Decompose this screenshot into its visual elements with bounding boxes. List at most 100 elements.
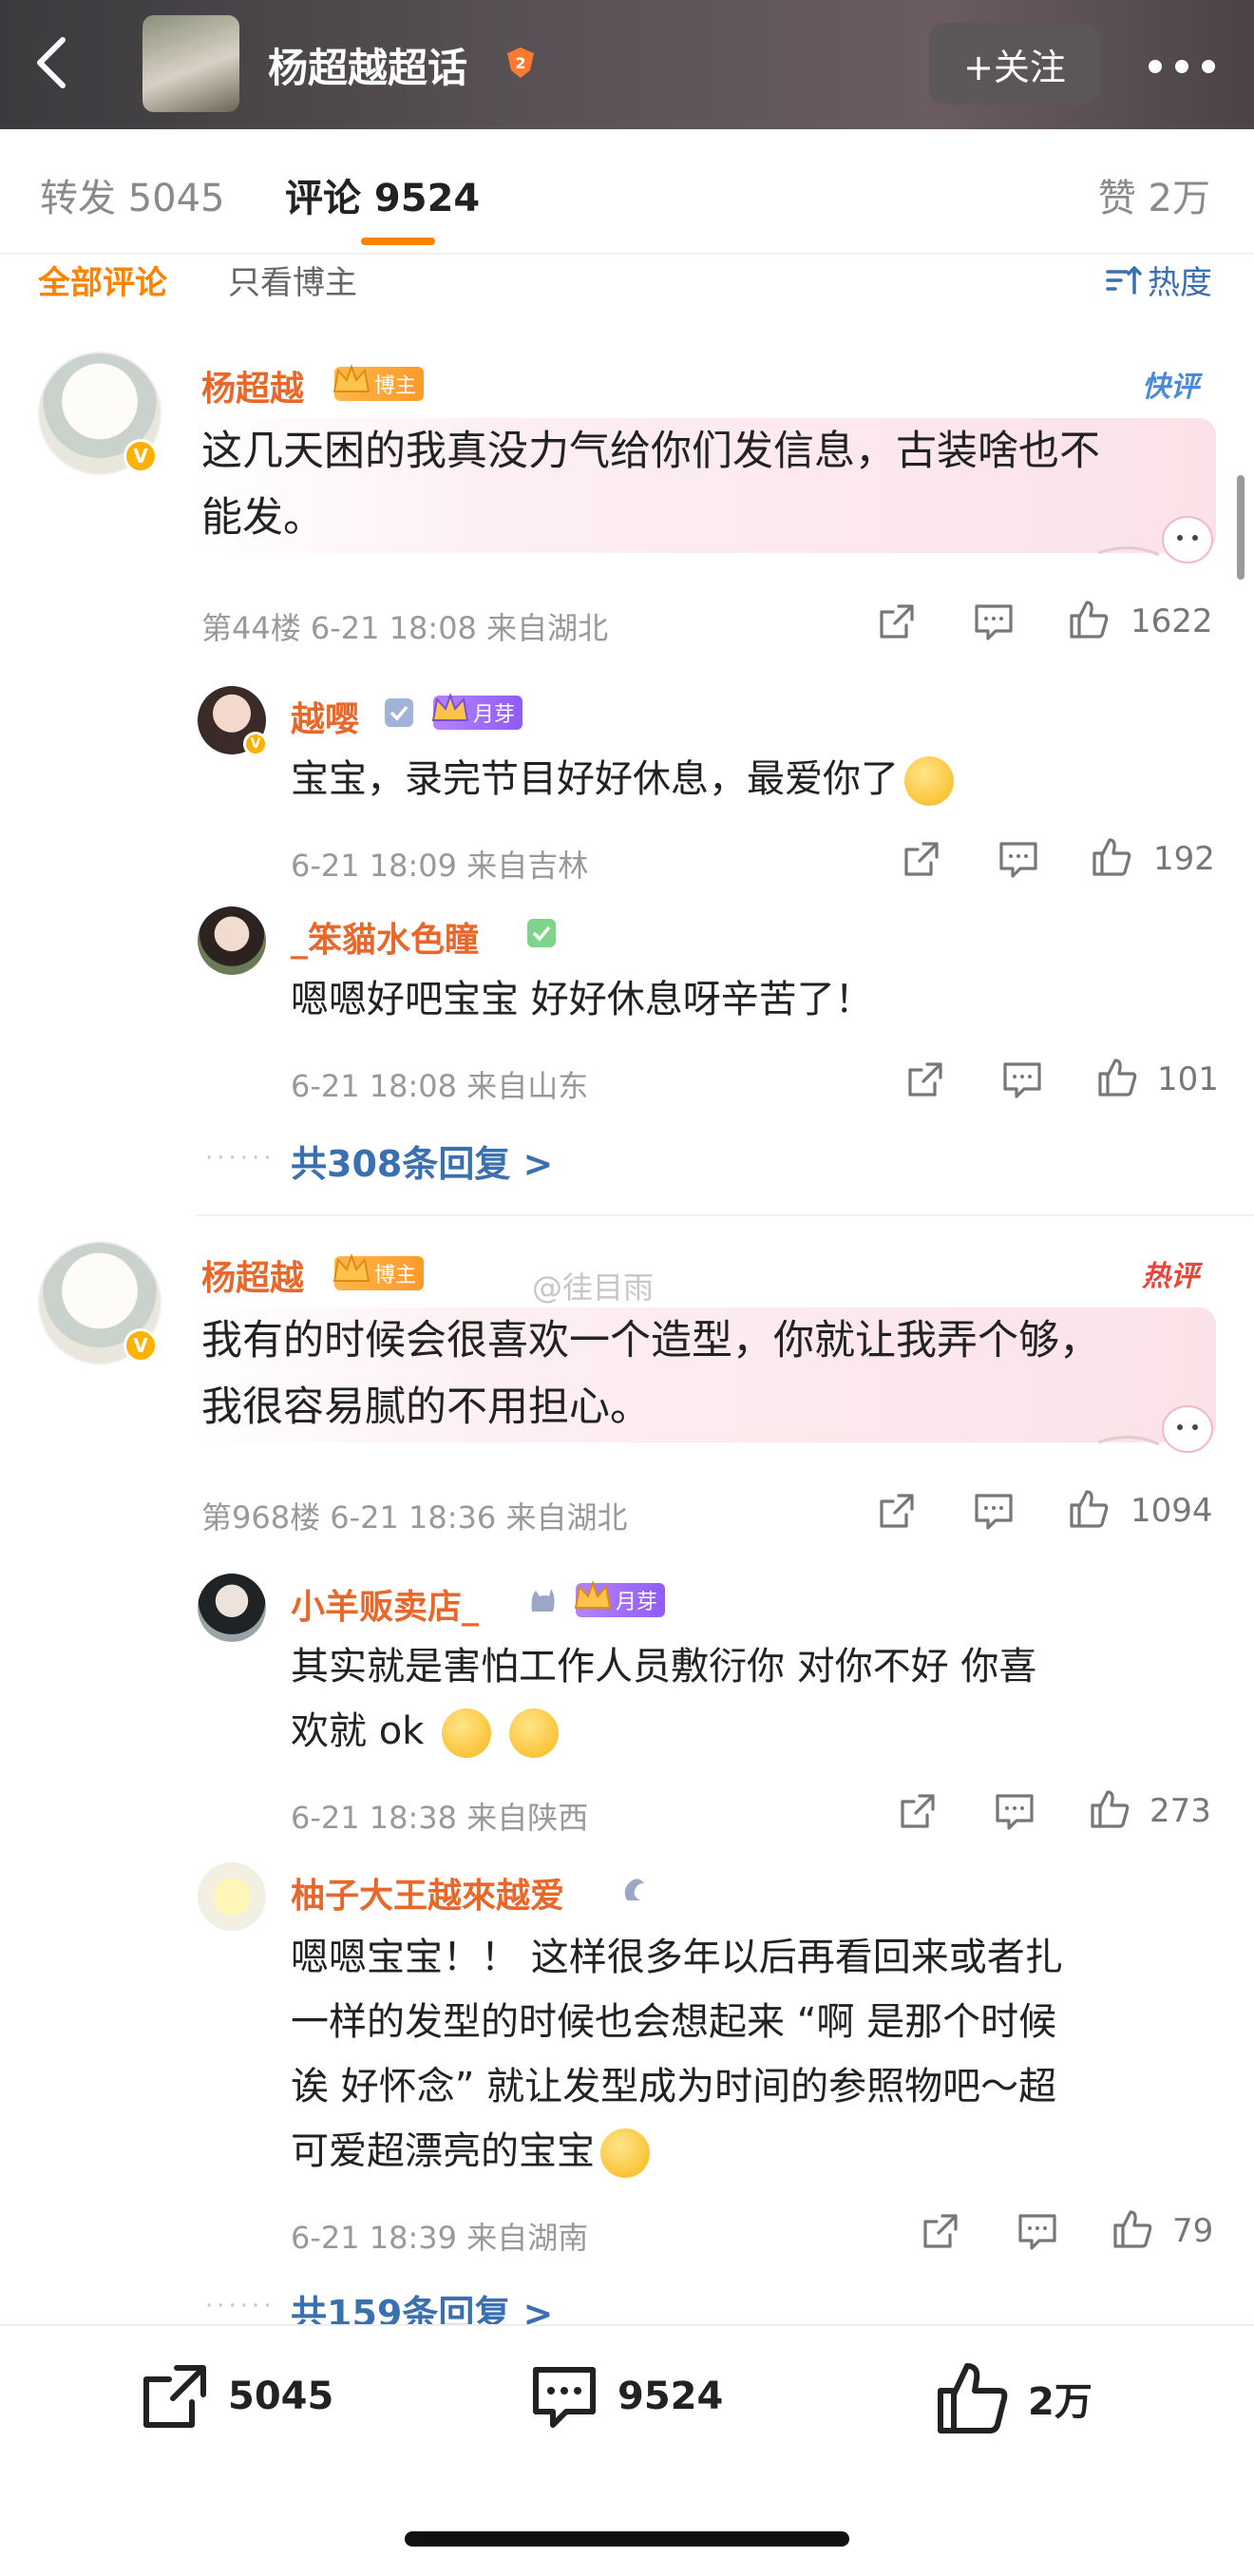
- comment-divider: [196, 1214, 1254, 1216]
- sort-icon: [1106, 265, 1142, 295]
- owner-badge: 博主: [332, 1253, 425, 1290]
- crying-emoji-icon: [600, 2128, 650, 2178]
- reply-text: 一样的发型的时候也会想起来 “啊 是那个时候: [291, 2000, 1057, 2044]
- reply-text: 诶 好怀念” 就让发型成为时间的参照物吧～超: [291, 2065, 1057, 2109]
- share-icon[interactable]: [876, 1490, 918, 1532]
- repost-button[interactable]: 5045: [139, 2360, 333, 2433]
- fan-badge: 月芽: [574, 1580, 666, 1617]
- home-indicator[interactable]: [405, 2531, 849, 2547]
- username[interactable]: 小羊贩卖店_: [291, 1579, 479, 1629]
- heart-eyes-emoji-icon: [904, 756, 954, 806]
- reply-meta: 6-21 18:09 来自吉林: [291, 848, 589, 884]
- reply-text: 其实就是害怕工作人员敷衍你 对你不好 你喜: [291, 1645, 1037, 1689]
- crown-icon: [574, 1580, 612, 1609]
- owner-badge: 博主: [332, 364, 425, 401]
- crown-icon: [332, 364, 370, 392]
- comment-icon[interactable]: [994, 1790, 1036, 1832]
- verified-v-icon: V: [243, 732, 268, 756]
- like-icon[interactable]: [1068, 1488, 1110, 1530]
- avatar[interactable]: [198, 1862, 266, 1931]
- tab-likes[interactable]: 赞 2万: [1098, 167, 1210, 222]
- comment-meta: 第44楼 6-21 18:08 来自湖北: [201, 610, 609, 646]
- super-topic-badge-icon: 2: [507, 48, 534, 78]
- username[interactable]: 杨超越: [201, 361, 304, 410]
- filter-all-comments[interactable]: 全部评论: [38, 257, 167, 303]
- comment-text: 这几天困的我真没力气给你们发信息，古装啥也不: [201, 428, 1100, 475]
- member-check-icon: [385, 698, 413, 727]
- comment-icon[interactable]: [998, 838, 1039, 880]
- username[interactable]: 杨超越: [201, 1250, 304, 1300]
- like-icon[interactable]: [1112, 2208, 1153, 2250]
- follow-button[interactable]: +关注: [929, 23, 1100, 105]
- verified-v-icon: V: [124, 439, 158, 473]
- topic-title: 杨超越超话: [268, 45, 468, 91]
- more-options-icon[interactable]: [1144, 38, 1220, 95]
- like-icon[interactable]: [1091, 836, 1132, 878]
- topic-avatar[interactable]: [142, 15, 239, 112]
- like-count: 192: [1153, 840, 1215, 878]
- like-count: 101: [1157, 1060, 1219, 1098]
- sort-label: 热度: [1148, 264, 1212, 302]
- comment-icon[interactable]: [1001, 1059, 1043, 1100]
- like-icon: [938, 2363, 1008, 2433]
- comment-icon[interactable]: [973, 601, 1015, 642]
- share-icon[interactable]: [920, 2210, 961, 2252]
- avatar[interactable]: [198, 906, 266, 975]
- like-count: 79: [1172, 2212, 1214, 2250]
- quick-comment-tag: 快评: [1142, 371, 1199, 404]
- reply-text: 宝宝，录完节目好好休息，最爱你了: [291, 747, 954, 811]
- comment-text: 能发。: [201, 494, 324, 542]
- sort-by-hot[interactable]: 热度: [1104, 257, 1212, 303]
- filter-owner-only[interactable]: 只看博主: [228, 257, 357, 303]
- svg-text:2: 2: [515, 54, 525, 72]
- like-count: 1622: [1130, 602, 1213, 640]
- crown-icon: [332, 1253, 370, 1282]
- share-icon[interactable]: [897, 1790, 939, 1832]
- reply-meta: 6-21 18:39 来自湖南: [291, 2220, 589, 2256]
- praying-emoji-icon: [508, 1708, 559, 1758]
- share-icon[interactable]: [901, 838, 942, 880]
- dots-decoration: ······: [205, 1144, 276, 1173]
- like-count: 273: [1150, 1792, 1211, 1830]
- dragon-pendant-icon: [624, 1879, 644, 1900]
- reply-text: 嗯嗯好吧宝宝 好好休息呀辛苦了！: [291, 978, 873, 1021]
- top-header: 杨超越超话 2 +关注: [0, 0, 1254, 129]
- reply-text: 欢就 ok: [291, 1699, 559, 1764]
- comment-icon[interactable]: [1016, 2210, 1058, 2252]
- tab-comment[interactable]: 评论 9524: [285, 167, 480, 222]
- fan-badge: 月芽: [431, 693, 523, 730]
- comment-icon[interactable]: [973, 1490, 1015, 1532]
- watermark: @徍目雨: [532, 1269, 655, 1306]
- scrollbar[interactable]: [1237, 475, 1244, 580]
- active-tab-indicator: [361, 238, 435, 245]
- like-count: 1094: [1130, 1492, 1213, 1530]
- divider: [0, 253, 1254, 255]
- avatar[interactable]: [198, 1574, 266, 1642]
- tab-repost[interactable]: 转发 5045: [40, 167, 225, 222]
- hot-comment-tag: 热评: [1142, 1260, 1199, 1293]
- member-check-icon: [527, 919, 556, 947]
- back-arrow-icon[interactable]: [28, 34, 76, 91]
- username[interactable]: 柚子大王越來越爱: [291, 1868, 564, 1918]
- reply-text: 嗯嗯宝宝！！ 这样很多年以后再看回来或者扎: [291, 1936, 1063, 1979]
- comment-text: 我有的时候会很喜欢一个造型，你就让我弄个够，: [201, 1317, 1100, 1364]
- reply-meta: 6-21 18:38 来自陕西: [291, 1800, 589, 1836]
- view-more-replies-link[interactable]: 共308条回复 >: [291, 1135, 553, 1187]
- repost-icon: [143, 2365, 206, 2428]
- username[interactable]: 越嘤: [291, 692, 359, 741]
- comment-button[interactable]: 9524: [528, 2360, 723, 2433]
- share-icon[interactable]: [904, 1059, 946, 1100]
- bubble-decoration-icon: [1097, 1405, 1213, 1453]
- comment-icon: [533, 2367, 596, 2428]
- comment-text: 我很容易腻的不用担心。: [201, 1383, 651, 1431]
- dots-decoration: ······: [205, 2292, 276, 2320]
- bubble-decoration-icon: [1097, 516, 1213, 563]
- like-icon[interactable]: [1096, 1057, 1138, 1098]
- like-icon[interactable]: [1068, 599, 1110, 640]
- tab-bar: 转发 5045 评论 9524 赞 2万: [0, 129, 1254, 253]
- like-button[interactable]: 2万: [935, 2360, 1092, 2436]
- cat-pendant-icon: [531, 1589, 555, 1612]
- share-icon[interactable]: [876, 601, 918, 642]
- like-icon[interactable]: [1089, 1788, 1130, 1830]
- username[interactable]: _笨貓水色瞳: [291, 912, 479, 962]
